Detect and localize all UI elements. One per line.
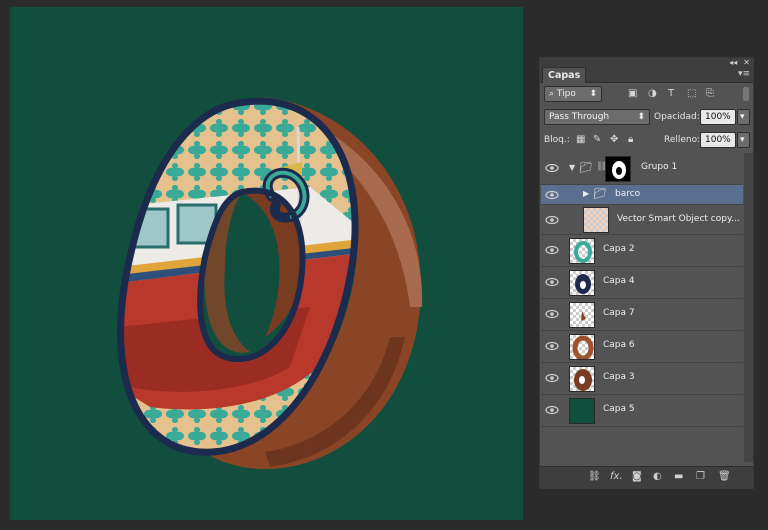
filter-toggle[interactable] <box>743 87 749 101</box>
expand-arrow-right-icon[interactable]: ▶ <box>583 189 589 198</box>
layer-name: Grupo 1 <box>641 162 678 172</box>
add-mask-icon[interactable]: ◙ <box>632 471 642 483</box>
layer-row-capa-6[interactable]: Capa 6 <box>541 331 743 363</box>
chevron-down-icon: ▾ <box>740 112 745 122</box>
panel-titlebar: ◂◂ ✕ <box>540 58 753 67</box>
lock-label: Bloq.: <box>544 135 570 145</box>
fill-label: Relleno: <box>664 135 701 145</box>
visibility-eye-icon[interactable] <box>545 213 559 227</box>
layer-row-barco[interactable]: ▶ 📁︎ barco <box>541 185 743 205</box>
panel-tabbar: Capas ▾≡ <box>540 67 753 83</box>
layer-row-capa-2[interactable]: Capa 2 <box>541 235 743 267</box>
updown-arrows-icon: ⬍ <box>589 89 597 99</box>
layer-name: Capa 4 <box>603 276 635 286</box>
layers-list: ▼ 📁︎ ⛓︎ Grupo 1 ▶ 📁︎ barco Vector Smart … <box>541 153 743 462</box>
layer-row-capa-7[interactable]: Capa 7 <box>541 299 743 331</box>
tab-capas[interactable]: Capas <box>542 67 587 83</box>
expand-arrow-down-icon[interactable]: ▼ <box>569 163 575 172</box>
layers-panel: ◂◂ ✕ Capas ▾≡ ⌕ Tipo ⬍ ▣ ◑ T ⬚ ⎘ Pass Thr… <box>539 57 754 489</box>
search-icon: ⌕ <box>549 89 557 99</box>
panel-bottom-toolbar: ⛓︎ fx. ◙ ◐ ▬ ❐ 🗑︎ <box>540 466 753 488</box>
layer-name: Capa 2 <box>603 244 635 254</box>
visibility-eye-icon[interactable] <box>545 243 559 257</box>
visibility-eye-icon[interactable] <box>545 403 559 417</box>
close-panel-icon[interactable]: ✕ <box>743 58 750 67</box>
opacity-label: Opacidad: <box>654 112 700 122</box>
blend-row: Pass Through ⬍ Opacidad: 100% ▾ <box>540 108 753 128</box>
visibility-eye-icon[interactable] <box>545 275 559 289</box>
layer-thumbnail <box>569 366 595 392</box>
pixel-filter-icon[interactable]: ▣ <box>628 88 637 100</box>
layer-thumbnail <box>569 270 595 296</box>
layer-name: Capa 3 <box>603 372 635 382</box>
lock-row: Bloq.: ▦ ✎ ✥ 🔒︎ Relleno: 100% ▾ <box>540 131 753 151</box>
visibility-eye-icon[interactable] <box>545 339 559 353</box>
visibility-eye-icon[interactable] <box>545 371 559 385</box>
layer-row-grupo-1[interactable]: ▼ 📁︎ ⛓︎ Grupo 1 <box>541 153 743 185</box>
layer-name: Capa 5 <box>603 404 635 414</box>
folder-icon: 📁︎ <box>579 161 593 174</box>
opacity-dropdown[interactable]: ▾ <box>737 109 750 125</box>
lock-transparency-icon[interactable]: ▦ <box>576 134 585 146</box>
shape-filter-icon[interactable]: ⬚ <box>687 88 696 100</box>
layer-style-fx-icon[interactable]: fx. <box>610 471 623 483</box>
updown-arrows-icon: ⬍ <box>637 112 645 122</box>
workspace: ◂◂ ✕ Capas ▾≡ ⌕ Tipo ⬍ ▣ ◑ T ⬚ ⎘ Pass Thr… <box>0 0 768 530</box>
filter-row: ⌕ Tipo ⬍ ▣ ◑ T ⬚ ⎘ <box>540 85 753 105</box>
visibility-eye-icon[interactable] <box>545 307 559 321</box>
layer-row-capa-3[interactable]: Capa 3 <box>541 363 743 395</box>
type-filter-icon[interactable]: T <box>668 88 674 100</box>
layer-row-capa-5[interactable]: Capa 5 <box>541 395 743 427</box>
layer-thumbnail <box>583 207 609 233</box>
layer-name: Capa 7 <box>603 308 635 318</box>
visibility-eye-icon[interactable] <box>545 161 559 175</box>
layer-thumbnail <box>569 398 595 424</box>
filter-kind-select[interactable]: ⌕ Tipo ⬍ <box>544 86 602 102</box>
layer-row-vector-smart-object[interactable]: Vector Smart Object copy... <box>541 205 743 235</box>
layer-name: Vector Smart Object copy... <box>617 214 740 224</box>
adjustment-layer-icon[interactable]: ◐ <box>653 471 662 483</box>
artwork-letter-o <box>117 97 423 470</box>
new-layer-icon[interactable]: ❐ <box>696 471 705 483</box>
filter-kind-label: Tipo <box>556 89 576 99</box>
layer-row-capa-4[interactable]: Capa 4 <box>541 267 743 299</box>
layers-scrollbar[interactable] <box>744 153 753 462</box>
document-canvas[interactable] <box>10 7 523 520</box>
blend-mode-value: Pass Through <box>549 112 610 122</box>
visibility-eye-icon[interactable] <box>545 188 559 202</box>
layer-thumbnail <box>569 302 595 328</box>
link-layers-icon[interactable]: ⛓︎ <box>588 471 601 483</box>
smartobject-filter-icon[interactable]: ⎘ <box>706 88 714 100</box>
fill-input[interactable]: 100% <box>700 132 736 148</box>
lock-all-icon[interactable]: 🔒︎ <box>628 134 633 146</box>
chevron-down-icon: ▾ <box>740 135 745 145</box>
panel-menu-icon[interactable]: ▾≡ <box>738 69 750 79</box>
new-group-icon[interactable]: ▬ <box>674 471 683 483</box>
lock-position-icon[interactable]: ✥ <box>610 134 618 146</box>
fill-dropdown[interactable]: ▾ <box>737 132 750 148</box>
layer-thumbnail <box>569 238 595 264</box>
opacity-input[interactable]: 100% <box>700 109 736 125</box>
layer-mask-thumbnail[interactable] <box>605 156 631 182</box>
layer-name: Capa 6 <box>603 340 635 350</box>
layer-thumbnail <box>569 334 595 360</box>
layer-name: barco <box>615 189 641 199</box>
folder-icon: 📁︎ <box>593 187 607 200</box>
blend-mode-select[interactable]: Pass Through ⬍ <box>544 109 650 125</box>
adjustment-filter-icon[interactable]: ◑ <box>648 88 657 100</box>
collapse-panel-icon[interactable]: ◂◂ <box>729 58 737 67</box>
lock-pixels-icon[interactable]: ✎ <box>593 134 601 146</box>
trash-icon[interactable]: 🗑︎ <box>718 471 731 483</box>
